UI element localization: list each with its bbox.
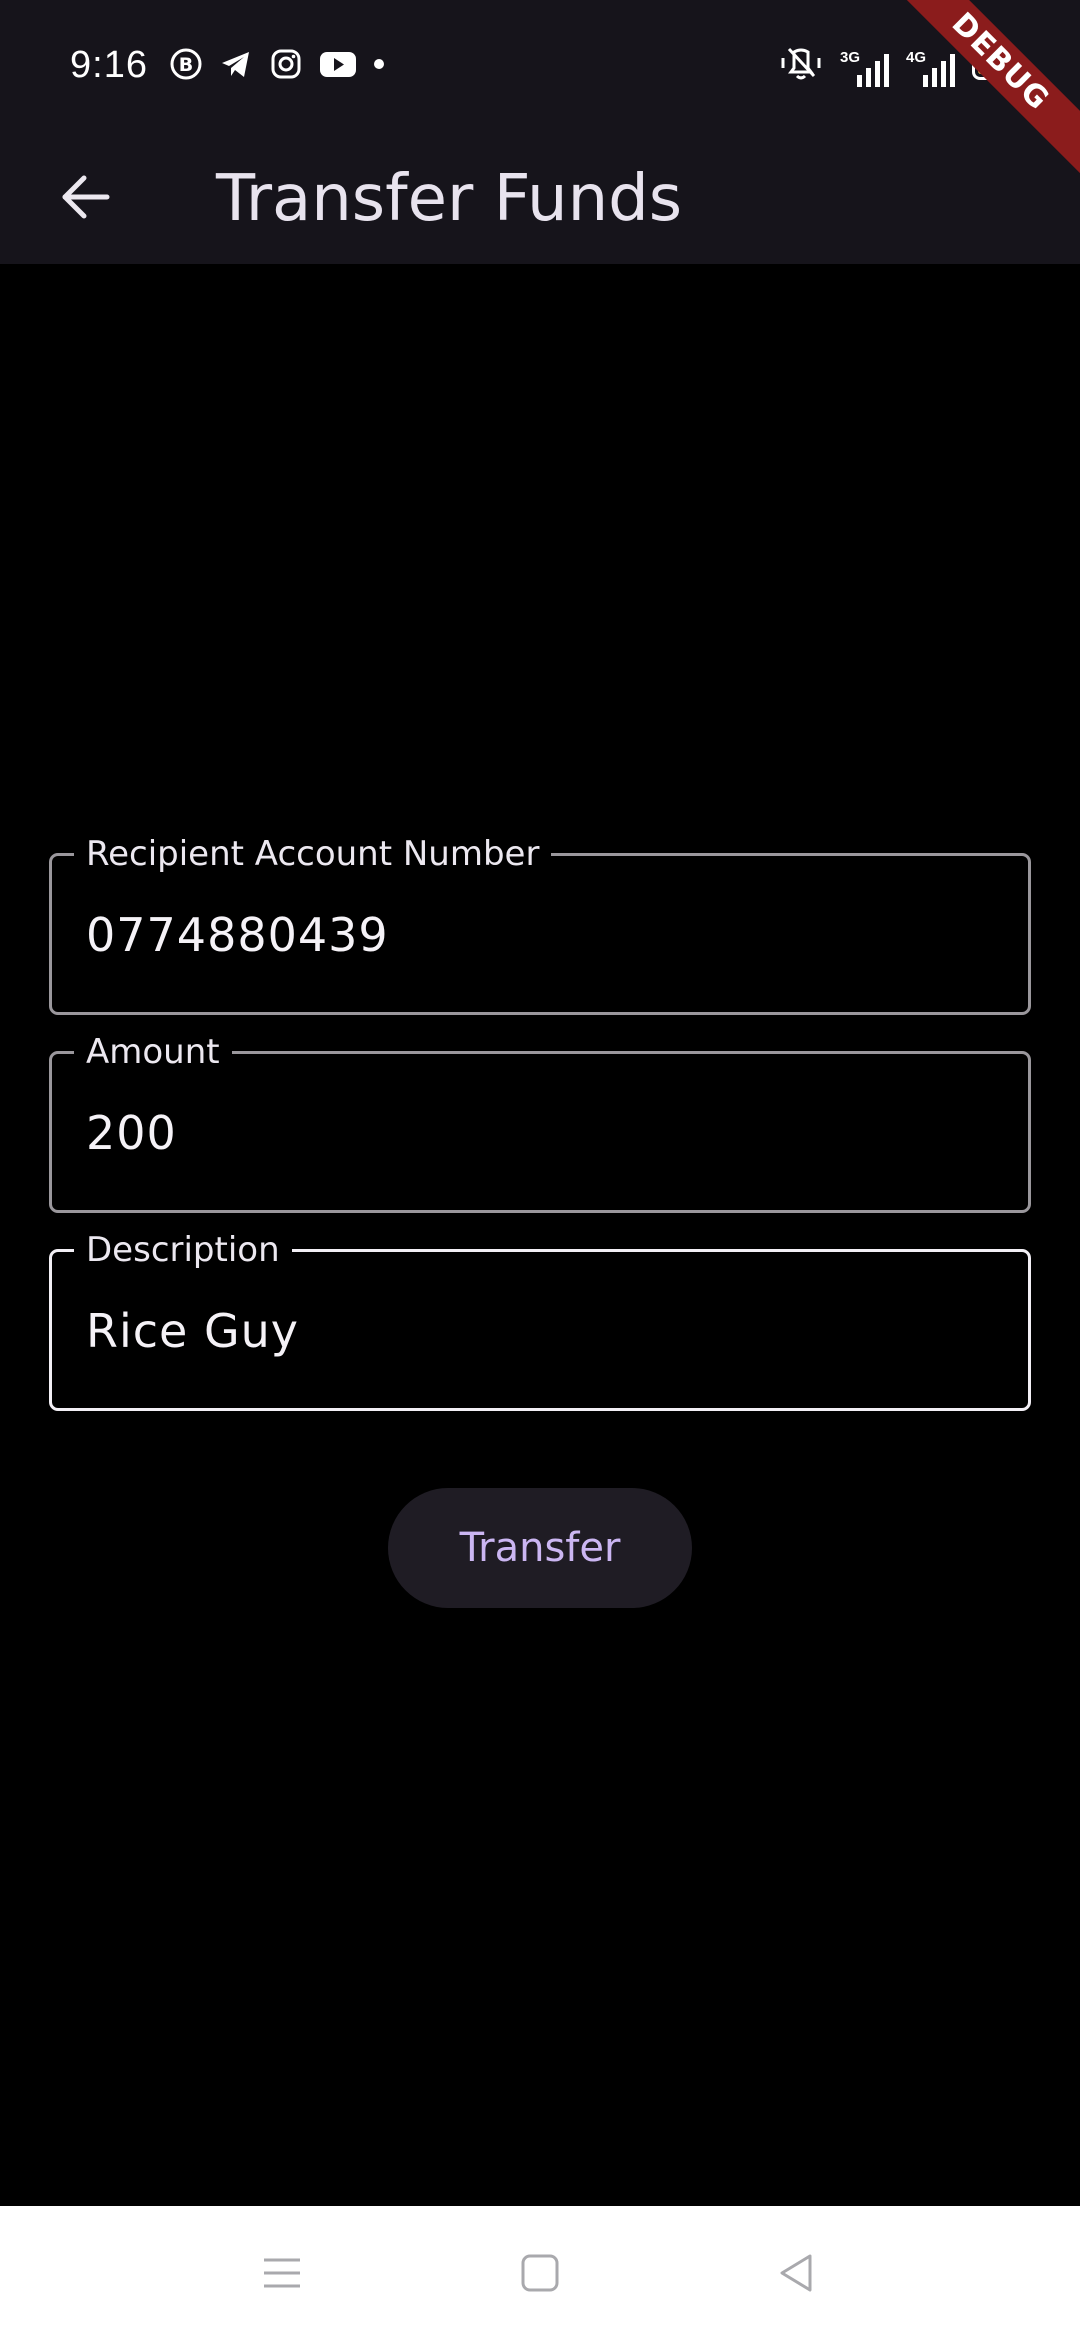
amount-input[interactable] bbox=[52, 1054, 1028, 1210]
battery-level bbox=[978, 59, 985, 74]
transfer-button[interactable]: Transfer bbox=[388, 1488, 692, 1608]
back-button[interactable] bbox=[40, 152, 130, 242]
vibrate-mute-icon bbox=[778, 44, 824, 89]
home-icon bbox=[521, 2254, 559, 2292]
app-bar: Transfer Funds bbox=[0, 130, 1080, 264]
svg-text:B: B bbox=[179, 54, 193, 76]
recent-apps-button[interactable] bbox=[237, 2228, 327, 2318]
system-nav-bar bbox=[0, 2206, 1080, 2340]
menu-icon bbox=[264, 2258, 300, 2288]
battery-tip bbox=[1021, 62, 1025, 72]
instagram-icon bbox=[268, 46, 304, 82]
notification-icons: B bbox=[168, 46, 386, 82]
recipient-account-input[interactable] bbox=[52, 856, 1028, 1012]
arrow-back-icon bbox=[62, 175, 110, 219]
dot-icon bbox=[372, 46, 386, 82]
home-button[interactable] bbox=[495, 2228, 585, 2318]
status-bar: 9:16 B 3G 4G bbox=[0, 0, 1080, 130]
youtube-icon bbox=[318, 46, 358, 82]
status-time: 9:16 bbox=[70, 44, 148, 86]
description-field[interactable]: Description Rice Guy bbox=[49, 1228, 1031, 1411]
transfer-funds-screen: 9:16 B 3G 4G Transfer Funds DEBUG Recipi… bbox=[0, 0, 1080, 2340]
system-back-button[interactable] bbox=[751, 2228, 841, 2318]
recipient-account-field[interactable]: Recipient Account Number 0774880439 bbox=[49, 832, 1031, 1015]
description-input[interactable] bbox=[52, 1252, 1028, 1408]
page-title: Transfer Funds bbox=[216, 162, 683, 236]
signal-4g-icon: 4G bbox=[906, 47, 956, 87]
system-status-icons: 3G 4G bbox=[778, 44, 1025, 89]
battery-icon bbox=[972, 53, 1025, 80]
telegram-icon bbox=[218, 46, 254, 82]
amount-field[interactable]: Amount 200 bbox=[49, 1030, 1031, 1213]
top-bar: 9:16 B 3G 4G Transfer Funds bbox=[0, 0, 1080, 264]
b-circle-icon: B bbox=[168, 46, 204, 82]
back-triangle-icon bbox=[780, 2254, 812, 2292]
signal-3g-icon: 3G bbox=[840, 47, 890, 87]
